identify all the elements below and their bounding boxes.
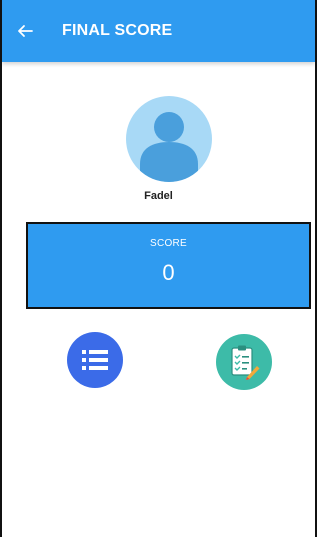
avatar xyxy=(126,96,212,182)
page-title: FINAL SCORE xyxy=(62,22,173,39)
score-label: SCORE xyxy=(149,238,188,249)
user-avatar-icon xyxy=(140,112,198,182)
app-bar: FINAL SCORE xyxy=(2,0,315,62)
screen: FINAL SCORE Fadel SCORE 0 xyxy=(0,0,317,537)
checklist-edit-icon xyxy=(231,345,260,380)
arrow-left-icon xyxy=(18,25,33,37)
review-button[interactable] xyxy=(216,334,272,390)
score-value: 0 xyxy=(162,260,175,285)
username: Fadel xyxy=(144,190,173,202)
list-button[interactable] xyxy=(67,332,123,388)
score-card: SCORE 0 xyxy=(26,222,311,309)
back-button[interactable] xyxy=(2,0,48,62)
list-icon xyxy=(82,350,108,370)
